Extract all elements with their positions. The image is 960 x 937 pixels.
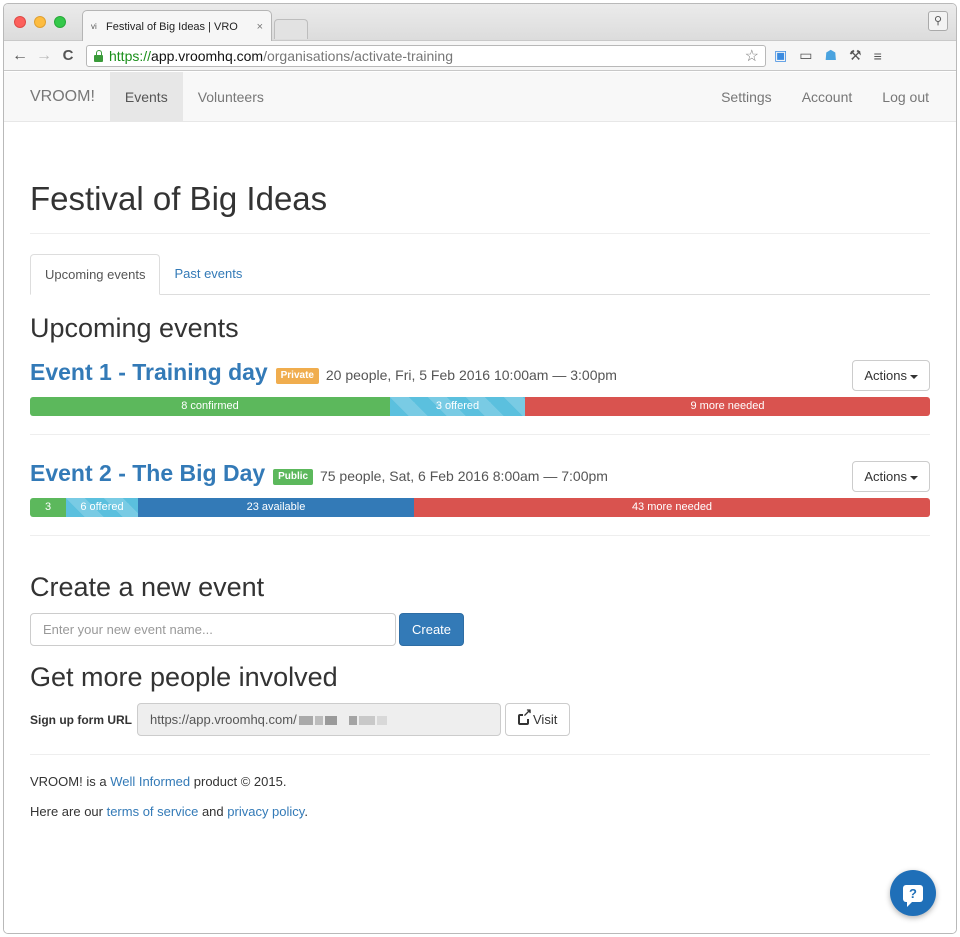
visibility-badge: Private xyxy=(275,368,319,384)
minimize-window-button[interactable] xyxy=(34,16,46,28)
actions-dropdown-button[interactable]: Actions xyxy=(852,360,930,391)
footer-text: . xyxy=(304,804,308,819)
nav-volunteers[interactable]: Volunteers xyxy=(183,72,279,121)
visit-button[interactable]: Visit xyxy=(505,703,571,736)
progress-segment-offered: 6 offered xyxy=(66,498,138,517)
ghostery-icon[interactable]: ☗ xyxy=(824,47,837,64)
signup-url-value: https://app.vroomhq.com/ xyxy=(150,712,297,727)
event-tabs: Upcoming events Past events xyxy=(30,254,930,295)
caret-down-icon xyxy=(910,475,918,480)
well-informed-link[interactable]: Well Informed xyxy=(110,774,190,789)
cast-icon[interactable]: ▭ xyxy=(799,47,812,64)
close-window-button[interactable] xyxy=(14,16,26,28)
footer-text: product © 2015. xyxy=(190,774,287,789)
menu-icon[interactable]: ≡ xyxy=(874,48,882,64)
tab-upcoming-events[interactable]: Upcoming events xyxy=(30,254,161,295)
footer-text: Here are our xyxy=(30,804,107,819)
progress-segment-needed: 43 more needed xyxy=(414,498,930,517)
app-navbar: VROOM! Events Volunteers Settings Accoun… xyxy=(4,72,956,122)
url-host: app.vroomhq.com xyxy=(151,47,264,64)
extension-tag-icon[interactable]: ▣ xyxy=(774,47,787,64)
nav-logout[interactable]: Log out xyxy=(867,72,944,121)
address-bar[interactable]: https://app.vroomhq.com/organisations/ac… xyxy=(86,44,766,67)
signup-url-field[interactable]: https://app.vroomhq.com/ xyxy=(137,703,501,736)
title-bar: vi Festival of Big Ideas | VRO × ⚲ xyxy=(4,4,956,42)
progress-segment-needed: 9 more needed xyxy=(525,397,930,416)
tab-close-icon[interactable]: × xyxy=(257,21,263,33)
nav-right: Settings Account Log out xyxy=(706,72,956,121)
progress-segment-offered: 3 offered xyxy=(390,397,525,416)
browser-window: vi Festival of Big Ideas | VRO × ⚲ ← → C… xyxy=(3,3,957,934)
terms-of-service-link[interactable]: terms of service xyxy=(107,804,199,819)
extension-icons: ▣ ▭ ☗ ⚒ ≡ xyxy=(774,47,882,64)
page-footer: VROOM! is a Well Informed product © 2015… xyxy=(30,773,930,821)
event-title-link[interactable]: Event 1 - Training day xyxy=(30,359,268,385)
event-heading: Event 1 - Training day Private 20 people… xyxy=(30,360,650,387)
url-scheme: https:// xyxy=(109,47,152,64)
new-event-name-input[interactable]: Enter your new event name... xyxy=(30,613,396,646)
actions-label: Actions xyxy=(864,469,907,484)
event-details: 75 people, Sat, 6 Feb 2016 8:00am — 7:00… xyxy=(319,468,608,484)
tab-title: Festival of Big Ideas | VRO xyxy=(106,20,238,33)
redacted-url-part xyxy=(297,704,387,735)
event-details: 20 people, Fri, 5 Feb 2016 10:00am — 3:0… xyxy=(325,367,617,383)
bookmark-star-icon[interactable]: ☆ xyxy=(745,46,759,66)
event-card: Event 1 - Training day Private 20 people… xyxy=(30,360,930,435)
progress-segment-confirmed: 8 confirmed xyxy=(30,397,390,416)
create-event-form: Enter your new event name... Create xyxy=(30,613,930,646)
profile-icon[interactable]: ⚲ xyxy=(928,11,948,31)
forward-arrow-icon[interactable]: → xyxy=(34,47,54,65)
wrench-icon[interactable]: ⚒ xyxy=(849,47,862,64)
actions-label: Actions xyxy=(864,368,907,383)
browser-toolbar: ← → C https://app.vroomhq.com/organisati… xyxy=(4,41,956,71)
zoom-window-button[interactable] xyxy=(54,16,66,28)
page-title: Festival of Big Ideas xyxy=(30,180,328,217)
event-title-link[interactable]: Event 2 - The Big Day xyxy=(30,460,265,486)
web-page: VROOM! Events Volunteers Settings Accoun… xyxy=(4,72,956,933)
nav-settings[interactable]: Settings xyxy=(706,72,787,121)
footer-line-1: VROOM! is a Well Informed product © 2015… xyxy=(30,773,930,791)
visit-label: Visit xyxy=(533,712,558,727)
help-chat-button[interactable]: ? xyxy=(890,870,936,916)
page-header: Festival of Big Ideas xyxy=(30,180,930,234)
progress-segment-confirmed: 3 xyxy=(30,498,66,517)
event-card: Event 2 - The Big Day Public 75 people, … xyxy=(30,461,930,536)
privacy-policy-link[interactable]: privacy policy xyxy=(227,804,304,819)
signup-url-label: Sign up form URL xyxy=(30,712,132,727)
brand-logo[interactable]: VROOM! xyxy=(4,72,110,121)
section-title-upcoming: Upcoming events xyxy=(30,313,239,343)
staffing-progress-bar: 36 offered 23 available 43 more needed xyxy=(30,498,930,517)
progress-segment-available: 23 available xyxy=(138,498,414,517)
event-heading: Event 2 - The Big Day Public 75 people, … xyxy=(30,461,650,488)
footer-text: and xyxy=(198,804,228,819)
main-container: Festival of Big Ideas Upcoming events Pa… xyxy=(4,180,956,821)
footer-line-2: Here are our terms of service and privac… xyxy=(30,803,930,821)
site-favicon-icon: vi xyxy=(91,22,97,31)
create-button[interactable]: Create xyxy=(399,613,465,646)
section-title-create: Create a new event xyxy=(30,572,265,602)
new-tab-button[interactable] xyxy=(274,19,308,39)
nav-account[interactable]: Account xyxy=(787,72,868,121)
external-link-icon xyxy=(518,708,532,725)
help-chat-icon: ? xyxy=(903,884,923,907)
section-title-involve: Get more people involved xyxy=(30,662,338,692)
reload-icon[interactable]: C xyxy=(58,47,78,64)
back-arrow-icon[interactable]: ← xyxy=(10,47,30,65)
url-path: /organisations/activate-training xyxy=(263,47,453,64)
signup-url-row: Sign up form URL https://app.vroomhq.com… xyxy=(30,703,930,755)
staffing-progress-bar: 8 confirmed 3 offered 9 more needed xyxy=(30,397,930,416)
browser-tab[interactable]: vi Festival of Big Ideas | VRO × xyxy=(82,10,272,42)
lock-icon xyxy=(93,49,104,62)
actions-dropdown-button[interactable]: Actions xyxy=(852,461,930,492)
tab-past-events[interactable]: Past events xyxy=(160,254,256,294)
footer-text: VROOM! is a xyxy=(30,774,111,789)
visibility-badge: Public xyxy=(273,469,314,485)
nav-events[interactable]: Events xyxy=(109,72,183,121)
caret-down-icon xyxy=(910,374,918,379)
